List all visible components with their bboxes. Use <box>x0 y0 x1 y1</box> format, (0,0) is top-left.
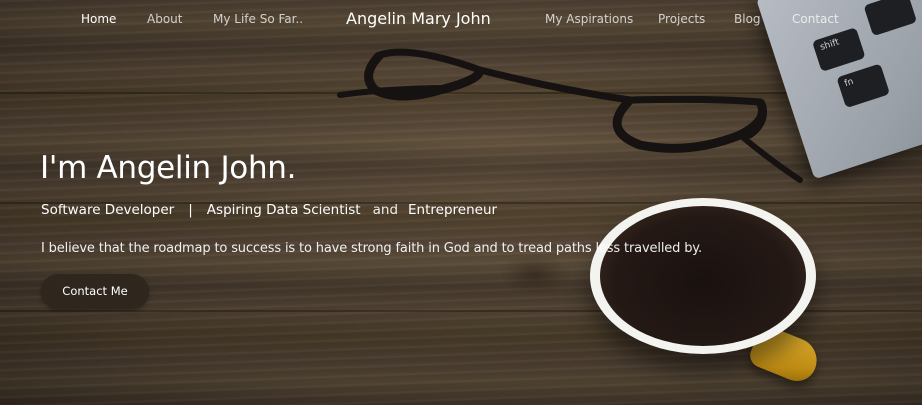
role-list: Software Developer | Aspiring Data Scienti… <box>41 202 497 218</box>
keyboard-key-fn: fn <box>836 63 891 109</box>
nav-link-about[interactable]: About <box>147 12 182 26</box>
coffee-cup-image <box>590 198 816 354</box>
top-navigation: Home About My Life So Far.. Angelin Mary… <box>0 0 922 40</box>
eyeglasses-image <box>337 48 803 183</box>
nav-link-blog[interactable]: Blog <box>734 12 761 26</box>
role-software-developer: Software Developer <box>41 202 175 218</box>
site-brand[interactable]: Angelin Mary John <box>346 9 491 28</box>
role-data-scientist: Aspiring Data Scientist <box>206 202 361 218</box>
role-entrepreneur: Entrepreneur <box>408 202 498 218</box>
hero-section: shift fn Home About My Life So Far.. Ang… <box>0 0 922 405</box>
nav-link-contact[interactable]: Contact <box>792 12 839 26</box>
hero-tagline: I believe that the roadmap to success is… <box>41 241 702 256</box>
role-separator: | <box>188 202 193 218</box>
nav-link-my-life-so-far[interactable]: My Life So Far.. <box>213 12 303 26</box>
contact-me-button[interactable]: Contact Me <box>41 274 149 309</box>
nav-link-my-aspirations[interactable]: My Aspirations <box>545 12 633 26</box>
key-label: fn <box>843 76 855 90</box>
coffee <box>600 206 806 346</box>
nav-link-home[interactable]: Home <box>81 12 116 26</box>
hero-headline: I'm Angelin John. <box>40 150 297 186</box>
role-conjunction: and <box>372 202 399 218</box>
nav-link-projects[interactable]: Projects <box>658 12 705 26</box>
wood-knot <box>500 255 570 295</box>
